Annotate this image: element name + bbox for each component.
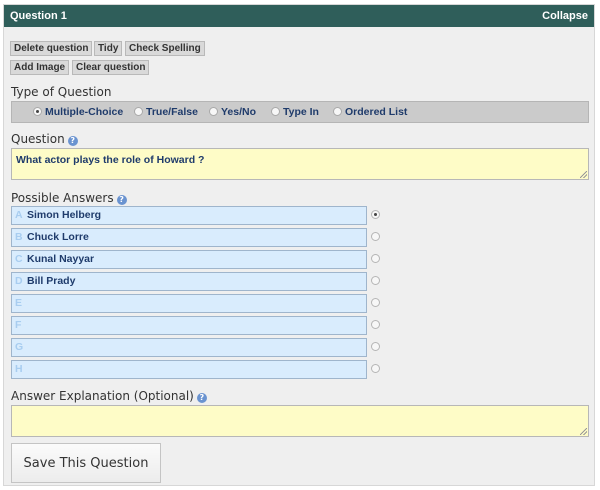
answer-letter: E [15,297,23,309]
answer-field-e[interactable]: E [11,294,367,313]
question-label: Question? [11,132,78,146]
correct-answer-radio-g[interactable] [371,342,380,351]
correct-answer-radio-f[interactable] [371,320,380,329]
answer-letter: C [15,253,23,265]
type-of-question-label: Type of Question [11,85,112,99]
correct-answer-radio-b[interactable] [371,232,380,241]
correct-answer-radio-c[interactable] [371,254,380,263]
answer-field-c[interactable]: C Kunal Nayyar [11,250,367,269]
radio-icon[interactable] [209,107,218,116]
question-title: Question 1 [10,10,67,22]
type-option-yes-no[interactable]: Yes/No [209,106,256,120]
answer-letter: B [15,231,23,243]
answer-letter: A [15,209,23,221]
help-icon[interactable]: ? [67,136,78,146]
radio-icon[interactable] [134,107,143,116]
help-icon[interactable]: ? [196,393,207,403]
resize-grip-icon[interactable] [580,171,587,178]
clear-question-button[interactable]: Clear question [72,60,150,75]
question-type-selector: Multiple-Choice True/False Yes/No Type I… [11,101,589,123]
type-option-ordered-list[interactable]: Ordered List [333,106,407,120]
answer-field-a[interactable]: A Simon Helberg [11,206,367,225]
answer-letter: D [15,275,23,287]
type-option-true-false[interactable]: True/False [134,106,198,120]
add-image-button[interactable]: Add Image [10,60,70,75]
save-question-button[interactable]: Save This Question [11,443,161,483]
correct-answer-radio-e[interactable] [371,298,380,307]
check-spelling-button[interactable]: Check Spelling [125,41,205,56]
type-option-multiple-choice[interactable]: Multiple-Choice [33,106,123,120]
answer-field-f[interactable]: F [11,316,367,335]
collapse-link[interactable]: Collapse [542,10,588,22]
question-header: Question 1 Collapse [4,5,594,27]
delete-question-button[interactable]: Delete question [10,41,93,56]
type-option-type-in[interactable]: Type In [271,106,319,120]
radio-icon[interactable] [33,107,42,116]
answer-explanation-textarea[interactable] [11,405,589,437]
correct-answer-radio-h[interactable] [371,364,380,373]
correct-answer-radio-d[interactable] [371,276,380,285]
answer-field-g[interactable]: G [11,338,367,357]
answer-letter: H [15,363,23,375]
resize-grip-icon[interactable] [580,428,587,435]
question-textarea[interactable]: What actor plays the role of Howard ? [11,148,589,180]
radio-icon[interactable] [271,107,280,116]
answer-field-h[interactable]: H [11,360,367,379]
question-panel: Question 1 Collapse Delete question Tidy… [3,4,595,486]
radio-icon[interactable] [333,107,342,116]
help-icon[interactable]: ? [116,195,127,205]
answer-letter: F [15,319,22,331]
answer-explanation-label: Answer Explanation (Optional)? [11,389,207,403]
answer-field-b[interactable]: B Chuck Lorre [11,228,367,247]
possible-answers-label: Possible Answers? [11,191,127,205]
tidy-button[interactable]: Tidy [94,41,123,56]
answer-letter: G [15,341,24,353]
correct-answer-radio-a[interactable] [371,210,380,219]
answer-field-d[interactable]: D Bill Prady [11,272,367,291]
